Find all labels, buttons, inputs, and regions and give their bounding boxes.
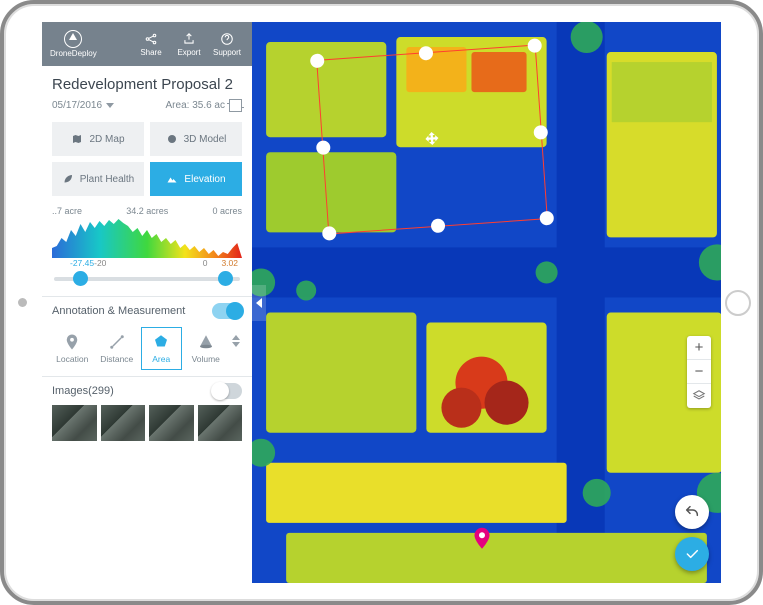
view-plant-health[interactable]: Plant Health <box>52 162 144 196</box>
map-icon <box>71 133 83 145</box>
view-3d-model[interactable]: 3D Model <box>150 122 242 156</box>
range-min: -27.45 <box>70 258 94 268</box>
tool-location[interactable]: Location <box>52 327 93 370</box>
annotation-tools: Location Distance Area Volume <box>52 327 242 370</box>
brand-label: DroneDeploy <box>50 49 97 58</box>
app-header: DroneDeploy Share Export Support <box>42 22 252 66</box>
elevation-histogram <box>52 218 242 258</box>
globe-icon <box>166 133 178 145</box>
tool-area[interactable]: Area <box>141 327 182 370</box>
line-icon <box>108 333 126 351</box>
tool-volume[interactable]: Volume <box>186 327 227 370</box>
tool-distance-label: Distance <box>100 354 133 364</box>
annotation-heading: Annotation & Measurement <box>52 305 185 317</box>
view-elevation-label: Elevation <box>184 174 225 185</box>
image-thumbnail[interactable] <box>52 405 97 441</box>
tool-scroll-arrows[interactable] <box>230 327 242 347</box>
view-2d-map[interactable]: 2D Map <box>52 122 144 156</box>
undo-button[interactable] <box>675 495 709 529</box>
leaf-icon <box>62 173 74 185</box>
resize-handle[interactable] <box>533 124 548 139</box>
map-canvas[interactable]: + − <box>252 22 721 583</box>
brand-logo-icon <box>64 30 82 48</box>
zoom-out-button[interactable]: − <box>687 360 711 384</box>
mountain-icon <box>166 173 178 185</box>
image-thumbnail[interactable] <box>149 405 194 441</box>
sidebar: DroneDeploy Share Export Support <box>42 22 252 583</box>
export-label: Export <box>177 48 200 57</box>
images-toggle[interactable] <box>212 383 242 399</box>
resize-handle[interactable] <box>316 140 331 155</box>
images-heading: Images(299) <box>52 385 114 397</box>
view-mode-grid: 2D Map 3D Model Plant Health Elevat <box>52 122 242 196</box>
project-title: Redevelopment Proposal 2 <box>52 76 242 93</box>
zoom-in-button[interactable]: + <box>687 336 711 360</box>
date-picker[interactable]: 05/17/2016 <box>52 100 114 111</box>
export-button[interactable]: Export <box>172 32 206 57</box>
app-screen: DroneDeploy Share Export Support <box>42 22 721 583</box>
range-max: 3.02 <box>221 258 238 268</box>
scale-left: ..7 acre <box>52 206 82 216</box>
tablet-home-button[interactable] <box>725 290 751 316</box>
brand[interactable]: DroneDeploy <box>50 30 97 58</box>
polygon-icon <box>152 333 170 351</box>
share-icon <box>144 32 158 46</box>
view-elevation[interactable]: Elevation <box>150 162 242 196</box>
location-pin[interactable] <box>473 527 491 551</box>
check-icon <box>684 546 700 562</box>
chevron-down-icon <box>232 342 240 347</box>
tablet-camera <box>18 298 27 307</box>
view-plant-label: Plant Health <box>80 174 134 185</box>
annotation-toggle[interactable] <box>212 303 242 319</box>
scale-mid: 34.2 acres <box>126 206 168 216</box>
range-value-labels: -27.45 -20 0 3.02 <box>52 258 242 268</box>
pin-icon <box>63 333 81 351</box>
tool-distance[interactable]: Distance <box>97 327 138 370</box>
slider-thumb-max[interactable] <box>218 271 233 286</box>
confirm-button[interactable] <box>675 537 709 571</box>
support-button[interactable]: Support <box>210 32 244 57</box>
resize-handle[interactable] <box>310 53 325 68</box>
tool-area-label: Area <box>152 354 170 364</box>
slider-thumb-min[interactable] <box>73 271 88 286</box>
project-area: Area: 35.6 ac <box>166 100 225 111</box>
export-icon <box>182 32 196 46</box>
sidebar-collapse-button[interactable] <box>252 285 266 321</box>
range-mid: -20 <box>94 258 106 268</box>
tool-volume-label: Volume <box>192 354 220 364</box>
layers-button[interactable] <box>687 384 711 408</box>
tool-location-label: Location <box>56 354 88 364</box>
undo-icon <box>684 504 700 520</box>
share-label: Share <box>140 48 161 57</box>
project-date: 05/17/2016 <box>52 100 102 111</box>
cone-icon <box>197 333 215 351</box>
scale-right: 0 acres <box>212 206 242 216</box>
chevron-down-icon <box>106 103 114 108</box>
tablet-frame: DroneDeploy Share Export Support <box>0 0 763 605</box>
image-thumbnails <box>52 405 242 441</box>
share-button[interactable]: Share <box>134 32 168 57</box>
support-icon <box>220 32 234 46</box>
move-icon[interactable] <box>422 130 441 149</box>
resize-handle[interactable] <box>418 46 433 61</box>
zoom-controls: + − <box>687 336 711 408</box>
image-thumbnail[interactable] <box>101 405 146 441</box>
range-zero: 0 <box>203 258 208 268</box>
layers-icon <box>692 389 706 403</box>
image-thumbnail[interactable] <box>198 405 243 441</box>
view-2d-label: 2D Map <box>89 134 124 145</box>
support-label: Support <box>213 48 241 57</box>
elevation-scale-labels: ..7 acre 34.2 acres 0 acres <box>52 206 242 216</box>
selection-rectangle[interactable] <box>316 45 548 235</box>
chevron-up-icon <box>232 335 240 340</box>
elevation-range-slider[interactable] <box>54 270 240 288</box>
view-3d-label: 3D Model <box>184 134 227 145</box>
crop-icon[interactable] <box>229 99 242 112</box>
